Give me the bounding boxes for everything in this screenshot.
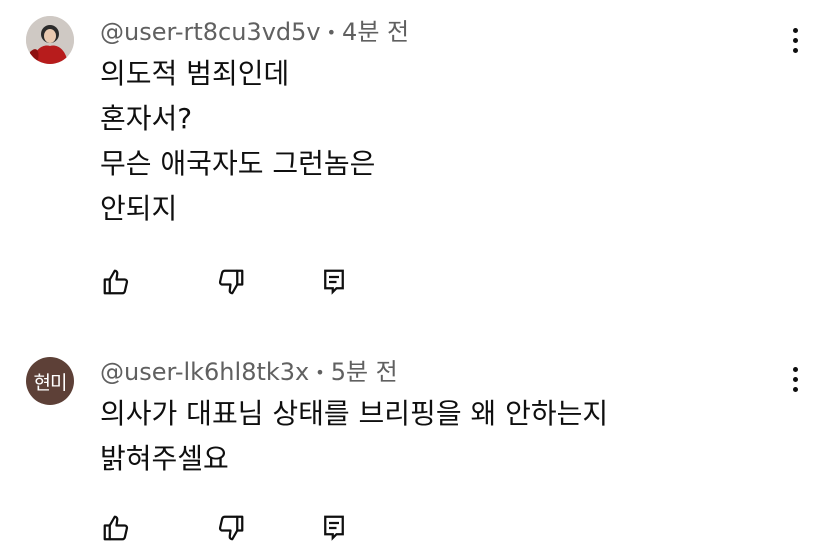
more-vertical-icon[interactable] [780,359,810,399]
meta-separator: • [315,363,325,382]
reply-button[interactable] [316,264,352,300]
like-button[interactable] [98,264,134,300]
avatar[interactable] [26,16,74,64]
comment-text-line: 안되지 [100,192,178,225]
thumbs-up-icon [103,515,129,541]
comment-author[interactable]: @user-lk6hl8tk3x [100,358,309,386]
reply-icon [324,269,344,295]
avatar[interactable]: 현미 [26,357,74,405]
comment-text-line: 밝혀주셀요 [100,442,229,475]
avatar-initials: 현미 [33,371,68,394]
dislike-button[interactable] [213,264,249,300]
comment-time: 4분 전 [342,18,410,46]
comment-text-line: 혼자서? [100,102,193,135]
comment-author[interactable]: @user-rt8cu3vd5v [100,18,321,46]
comment-text-line: 의도적 범죄인데 [100,57,290,90]
comment-text-line: 무슨 애국자도 그런놈은 [100,147,376,180]
comment-text-line: 의사가 대표님 상태를 브리핑을 왜 안하는지 [100,397,609,430]
comment-time: 5분 전 [330,358,398,386]
meta-separator: • [326,23,337,42]
comment-meta: @user-lk6hl8tk3x • 5분 전 [100,357,398,388]
reply-icon [324,515,344,541]
thumbs-up-icon [103,269,129,295]
more-vertical-icon[interactable] [780,20,810,60]
thumbs-down-icon [218,515,244,541]
thumbs-down-icon [218,269,244,295]
like-button[interactable] [98,510,134,546]
dislike-button[interactable] [213,510,249,546]
comment-meta: @user-rt8cu3vd5v • 4분 전 [100,17,409,48]
reply-button[interactable] [316,510,352,546]
